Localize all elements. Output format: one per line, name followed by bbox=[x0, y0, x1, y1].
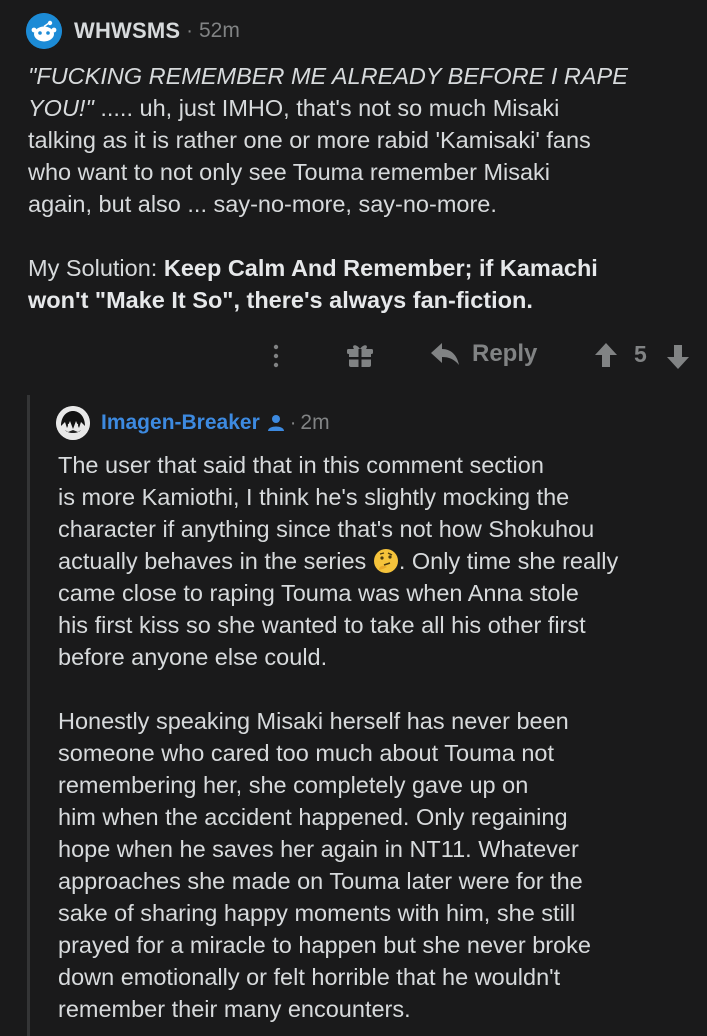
comment-header: WHWSMS · 52m bbox=[26, 13, 240, 49]
comment-body: "FUCKING REMEMBER ME ALREADY BEFORE I RA… bbox=[28, 60, 698, 316]
comment-line: "FUCKING REMEMBER ME ALREADY BEFORE I RA… bbox=[28, 63, 628, 89]
reply-line: his first kiss so she wanted to take all… bbox=[58, 612, 586, 638]
comment-timestamp: 52m bbox=[198, 19, 240, 42]
reply-line: sake of sharing happy moments with him, … bbox=[58, 900, 576, 926]
comment-line: My Solution: Keep Calm And Remember; if … bbox=[28, 255, 598, 281]
reply-button[interactable]: Reply bbox=[430, 340, 537, 368]
comment-line: YOU!" ..... uh, just IMHO, that's not so… bbox=[28, 95, 560, 121]
separator-dot: · bbox=[289, 411, 297, 434]
downvote-arrow-icon[interactable] bbox=[666, 344, 690, 370]
vote-score: 5 bbox=[634, 341, 647, 367]
comment-author[interactable]: WHWSMS bbox=[74, 18, 180, 44]
reply-line: is more Kamiothi, I think he's slightly … bbox=[58, 484, 570, 510]
comment-line: again, but also ... say-no-more, say-no-… bbox=[28, 191, 497, 217]
reply-header: Imagen-Breaker · 2m bbox=[56, 405, 330, 441]
thinking-face-emoji-icon bbox=[373, 549, 398, 573]
user-avatar-icon bbox=[56, 406, 90, 440]
avatar[interactable] bbox=[26, 13, 62, 49]
snoo-avatar-icon bbox=[26, 13, 62, 49]
reply-line: actually behaves in the series . Only ti… bbox=[58, 548, 619, 574]
reply-timestamp: 2m bbox=[300, 411, 330, 434]
reply-line: down emotionally or felt horrible that h… bbox=[58, 964, 561, 990]
reply-line: prayed for a miracle to happen but she n… bbox=[58, 932, 591, 958]
reply-line: remember their many encounters. bbox=[58, 996, 411, 1022]
upvote-arrow-icon[interactable] bbox=[594, 342, 618, 368]
reply-label: Reply bbox=[472, 340, 538, 367]
reply-author[interactable]: Imagen-Breaker bbox=[101, 411, 260, 435]
more-vertical-icon[interactable] bbox=[266, 342, 286, 370]
reply-line: Honestly speaking Misaki herself has nev… bbox=[58, 708, 569, 734]
avatar[interactable] bbox=[56, 406, 90, 440]
reply-line: approaches she made on Touma later were … bbox=[58, 868, 583, 894]
reply-line: character if anything since that's not h… bbox=[58, 516, 595, 542]
reply-line: someone who cared too much about Touma n… bbox=[58, 740, 554, 766]
thread-collapse-line[interactable] bbox=[27, 395, 30, 1036]
reply-line: him when the accident happened. Only reg… bbox=[58, 804, 568, 830]
reply-line: hope when he saves her again in NT11. Wh… bbox=[58, 836, 579, 862]
user-op-icon bbox=[267, 415, 284, 431]
comment-line: who want to not only see Touma remember … bbox=[28, 159, 551, 185]
reply-body: The user that said that in this comment … bbox=[58, 449, 706, 1025]
comment-thread: WHWSMS · 52m "FUCKING REMEMBER ME ALREAD… bbox=[0, 0, 707, 1036]
reply-line: before anyone else could. bbox=[58, 644, 328, 670]
gift-award-icon[interactable] bbox=[346, 342, 374, 370]
comment-line: won't "Make It So", there's always fan-f… bbox=[28, 287, 533, 313]
separator-dot: · bbox=[186, 19, 193, 42]
reply-line: remembering her, she completely gave up … bbox=[58, 772, 529, 798]
reply-line: The user that said that in this comment … bbox=[58, 452, 544, 478]
reply-arrow-icon bbox=[431, 343, 459, 365]
comment-line: talking as it is rather one or more rabi… bbox=[28, 127, 591, 153]
comment-actions: Reply 5 bbox=[0, 338, 707, 374]
reply-line: came close to raping Touma was when Anna… bbox=[58, 580, 579, 606]
